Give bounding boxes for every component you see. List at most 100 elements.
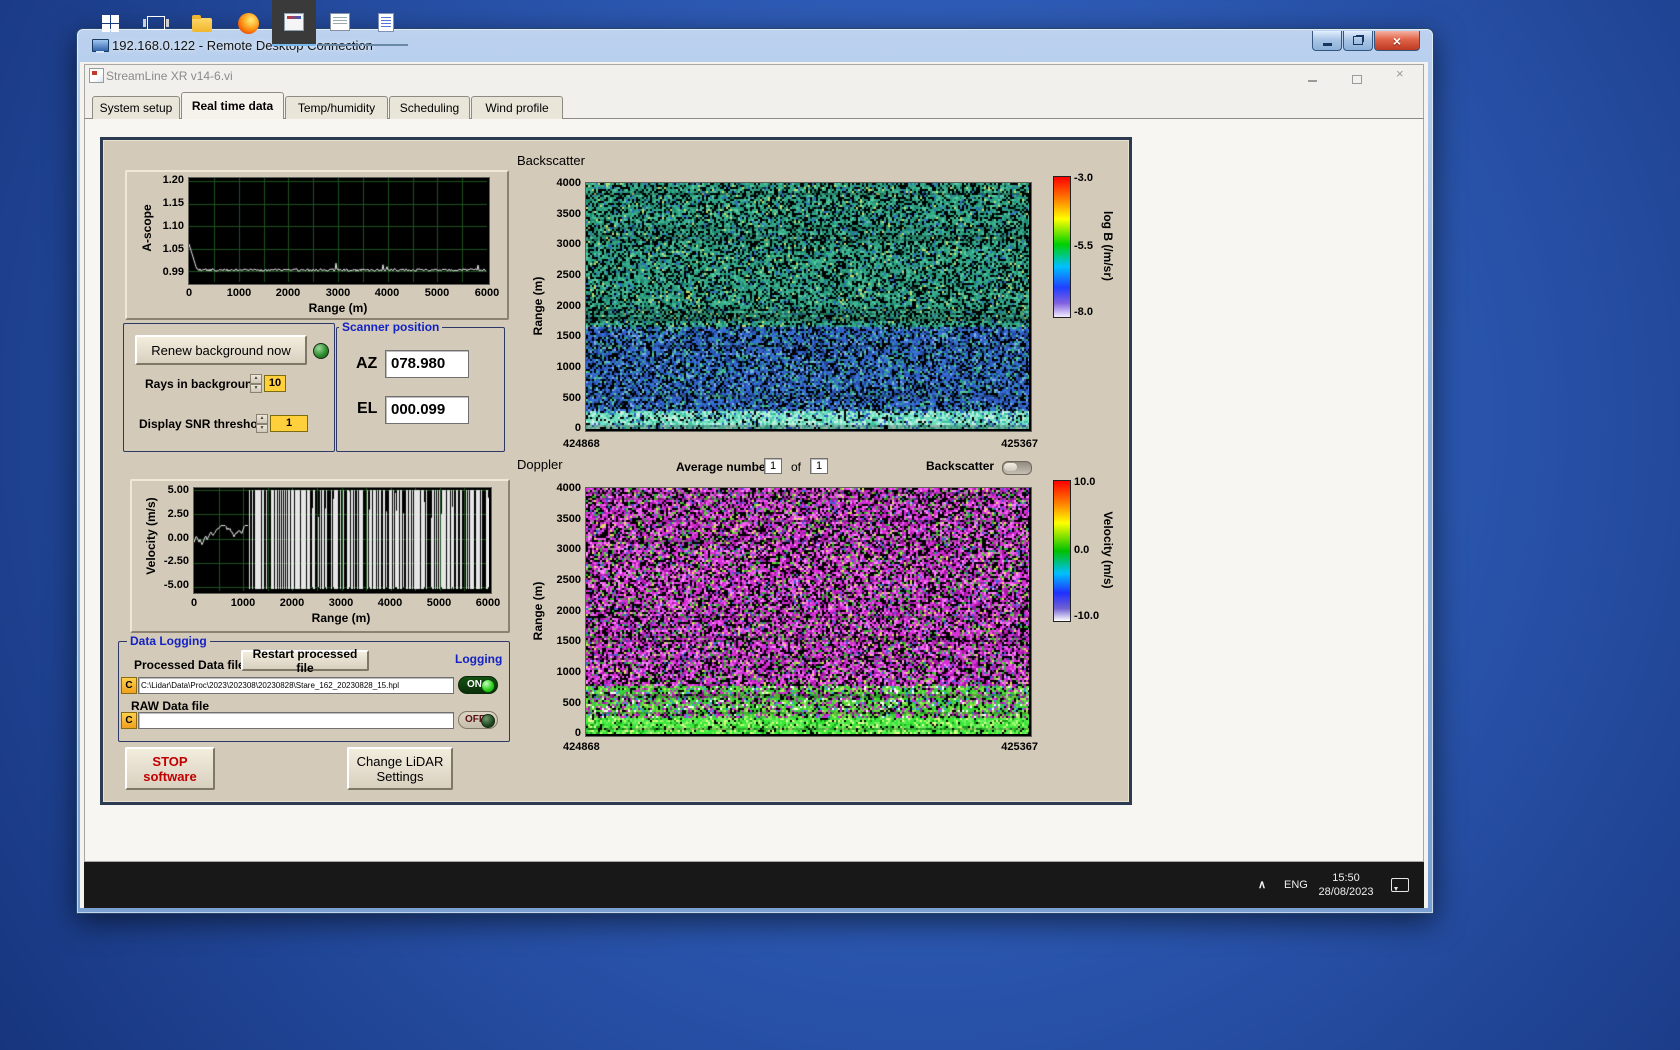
tab-temp-humidity[interactable]: Temp/humidity [285,96,388,119]
processed-path-field[interactable]: C:\Lidar\Data\Proc\2023\202308\20230828\… [138,677,454,694]
ascope-xtick: 4000 [367,287,407,299]
close-icon: × [1393,33,1401,49]
backscatter-ytick: 1000 [547,361,581,373]
doppler-cbar-label: Velocity (m/s) [1101,495,1115,605]
rdp-minimize-button[interactable] [1312,31,1342,51]
doppler-y-axis-label: Range (m) [531,571,545,651]
start-button[interactable] [88,0,132,46]
rdp-close-button[interactable]: × [1374,31,1420,51]
change-lidar-settings-button[interactable]: Change LiDAR Settings [347,747,453,790]
doppler-cbar-tick: 0.0 [1074,544,1089,556]
toggle-led-icon [481,679,495,693]
doppler-ytick: 1000 [547,666,581,678]
task-view-button[interactable] [134,0,178,46]
stop-software-button[interactable]: STOP software [125,747,215,790]
renew-background-button[interactable]: Renew background now [135,335,307,365]
rays-value-field[interactable]: 10 [264,375,286,392]
clock[interactable]: 15:50 28/08/2023 [1316,871,1376,899]
az-label: AZ [356,355,377,373]
ascope-ytick: 1.10 [150,220,184,232]
restart-processed-file-button[interactable]: Restart processed file [241,650,369,671]
raw-path-drive-icon[interactable]: C [121,712,137,729]
tab-scheduling[interactable]: Scheduling [389,96,470,119]
velocity-xtick: 6000 [468,597,508,609]
file-explorer-button[interactable] [180,0,224,46]
backscatter-ytick: 3500 [547,208,581,220]
backscatter-ytick: 3000 [547,238,581,250]
el-value-field: 000.099 [385,396,469,424]
language-indicator[interactable]: ENG [1284,879,1308,891]
snr-spinner[interactable]: ▲▼ [256,414,268,433]
desktop: 192.168.0.122 - Remote Desktop Connectio… [0,0,1680,1050]
velocity-ytick: 0.00 [155,532,189,544]
raw-logging-toggle-off[interactable]: OFF [458,711,498,729]
doppler-ytick: 500 [547,697,581,709]
stop-line1: STOP [152,754,187,769]
ascope-ytick: 1.15 [150,197,184,209]
doppler-plot [585,487,1032,737]
backscatter-ytick: 2500 [547,269,581,281]
scanner-position-box [336,327,505,452]
backscatter-colorbar [1053,176,1071,318]
backscatter-ytick: 1500 [547,330,581,342]
document-app-icon [378,13,394,32]
scan-scheduler-button[interactable] [318,0,362,46]
spin-up-icon[interactable]: ▲ [250,374,262,384]
spin-up-icon[interactable]: ▲ [256,414,268,424]
tab-wind-profile[interactable]: Wind profile [471,96,563,119]
change-line1: Change LiDAR [357,754,444,769]
tab-real-time-data[interactable]: Real time data [181,92,284,119]
spin-down-icon[interactable]: ▼ [250,384,262,394]
backscatter-cbar-label: log B (/m/sr) [1101,191,1115,301]
velocity-xtick: 4000 [370,597,410,609]
doppler-cbar-tick: -10.0 [1074,610,1099,622]
backscatter-cbar-tick: -5.5 [1074,240,1093,252]
clock-date: 28/08/2023 [1316,885,1376,899]
backscatter-doppler-toggle[interactable] [1002,461,1032,475]
scan-scheduler-icon [330,13,350,31]
document-app-button[interactable] [364,0,408,46]
velocity-xtick: 0 [174,597,214,609]
task-view-icon [147,16,165,30]
backscatter-ytick: 2000 [547,300,581,312]
windows-start-icon [102,15,119,32]
velocity-ytick: 2.50 [155,508,189,520]
doppler-ytick: 3500 [547,513,581,525]
ascope-xtick: 3000 [318,287,358,299]
app-restore-button[interactable] [1352,71,1362,89]
average-number-field[interactable]: 1 [764,458,782,474]
doppler-ytick: 2500 [547,574,581,586]
average-count-field[interactable]: 1 [810,458,828,474]
rays-spinner[interactable]: ▲▼ [250,374,262,393]
app-close-button[interactable]: × [1396,66,1404,81]
doppler-ytick: 4000 [547,482,581,494]
firefox-icon [238,13,259,34]
app-minimize-button[interactable] [1308,69,1317,87]
renew-background-led [313,343,329,359]
ascope-xtick: 6000 [467,287,507,299]
raw-path-field[interactable] [138,712,454,729]
streamline-app-button[interactable] [272,0,316,46]
ascope-plot [188,177,490,285]
backscatter-x-start: 424868 [563,438,600,450]
rdp-restore-button[interactable] [1343,31,1373,51]
processed-data-file-label: Processed Data file [134,658,245,672]
backscatter-ytick: 4000 [547,177,581,189]
snr-value-field[interactable]: 1 [270,415,308,432]
renew-background-label: Renew background now [151,343,290,358]
backscatter-cbar-tick: -3.0 [1074,172,1093,184]
velocity-ytick: -5.00 [155,579,189,591]
tray-chevron-icon[interactable]: ∧ [1258,878,1266,891]
rays-in-background-label: Rays in background [145,377,260,391]
processed-path-drive-icon[interactable]: C [121,677,137,694]
tab-label: System setup [100,101,173,115]
firefox-button[interactable] [226,0,270,46]
ascope-ytick: 0.99 [150,266,184,278]
action-center-button[interactable] [1380,862,1420,908]
processed-logging-toggle-on[interactable]: ON [458,676,498,694]
velocity-ytick: -2.50 [155,555,189,567]
tab-system-setup[interactable]: System setup [92,96,180,119]
minimize-icon [1323,43,1332,46]
toggle-led-icon [481,714,495,728]
spin-down-icon[interactable]: ▼ [256,424,268,434]
